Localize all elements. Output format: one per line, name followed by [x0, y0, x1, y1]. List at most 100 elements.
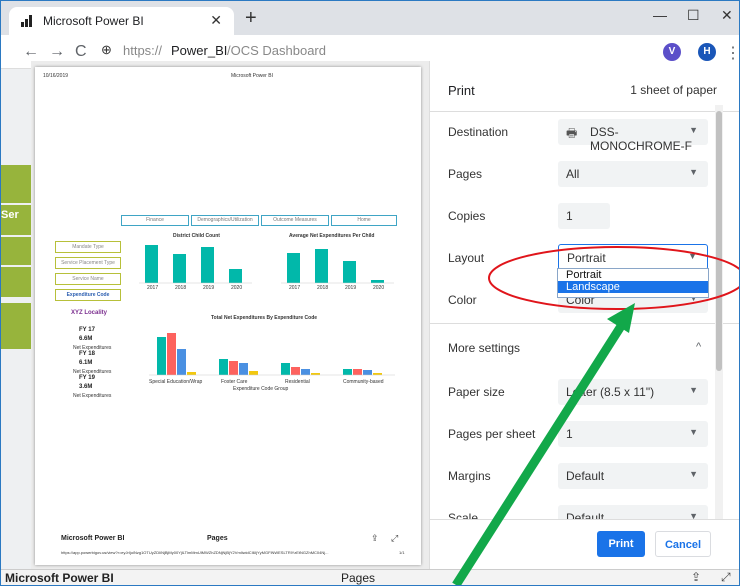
bar	[343, 369, 352, 375]
bg-green-block	[1, 267, 31, 297]
chevron-down-icon: ▼	[689, 469, 698, 479]
profile-avatar[interactable]: H	[698, 43, 716, 61]
paper-size-label: Paper size	[448, 385, 505, 399]
layout-select[interactable]: Portrait ▼	[558, 244, 708, 270]
status-center: Pages	[341, 571, 376, 585]
layout-value: Portrait	[567, 251, 606, 265]
menu-icon[interactable]: ⋮	[725, 43, 739, 63]
chevron-down-icon: ▼	[689, 167, 698, 177]
bar	[371, 280, 384, 283]
slicer: Expenditure Code	[55, 289, 121, 301]
print-preview-page: 10/16/2019 Microsoft Power BI Finance De…	[35, 67, 421, 565]
browser-tab[interactable]: Microsoft Power BI ✕	[9, 7, 234, 35]
bar	[249, 371, 258, 375]
share-icon[interactable]: ⇪	[691, 570, 701, 584]
layout-option-portrait[interactable]: Portrait	[558, 269, 708, 281]
bar	[173, 254, 186, 283]
locality-label: XYZ Locality	[71, 310, 108, 316]
bar	[363, 370, 372, 375]
pages-per-sheet-select[interactable]: 1 ▼	[558, 421, 708, 447]
pages-value: All	[566, 167, 580, 181]
bg-green-block	[1, 165, 31, 203]
report-tab: Demographics/Utilization	[191, 215, 259, 226]
chart-title: Total Net Expenditures By Expenditure Co…	[211, 315, 318, 321]
cancel-button[interactable]: Cancel	[655, 531, 711, 557]
x-tick: 2019	[345, 285, 357, 291]
pages-per-sheet-label: Pages per sheet	[448, 427, 536, 441]
x-tick: 2017	[147, 285, 159, 291]
kpi-fy: FY 18	[79, 351, 95, 357]
more-settings-label[interactable]: More settings	[448, 341, 520, 355]
extension-icon[interactable]: V	[663, 43, 681, 61]
x-tick: Special Education/Wrap	[149, 379, 203, 385]
chevron-down-icon: ▼	[689, 125, 698, 135]
avg-expenditure-chart	[281, 249, 394, 284]
printer-icon: 🖶	[566, 126, 578, 140]
bar	[343, 261, 356, 283]
x-axis-label: Expenditure Code Group	[233, 386, 289, 392]
x-tick: Community-based	[343, 379, 384, 385]
pages-label: Pages	[448, 167, 483, 181]
scrollbar-thumb[interactable]	[716, 111, 722, 371]
destination-label: Destination	[448, 125, 509, 139]
slicer: Mandate Type	[55, 241, 121, 253]
destination-select[interactable]: 🖶 DSS-MONOCHROME-F ▼	[558, 119, 708, 153]
kpi-value: 6.6M	[79, 336, 93, 342]
paper-size-select[interactable]: Letter (8.5 x 11") ▼	[558, 379, 708, 405]
kpi-fy: FY 17	[79, 327, 95, 333]
status-bar: Microsoft Power BI Pages ⇪ ⤢	[1, 569, 739, 585]
bar	[373, 373, 382, 375]
scrollbar[interactable]	[715, 105, 723, 525]
tab-title: Microsoft Power BI	[43, 14, 144, 28]
pages-select[interactable]: All ▼	[558, 161, 708, 187]
x-tick: 2020	[231, 285, 243, 291]
reload-icon[interactable]: C	[75, 43, 87, 61]
destination-value: DSS-MONOCHROME-F	[590, 125, 692, 153]
bar	[145, 245, 158, 283]
color-label: Color	[448, 293, 477, 307]
minimize-icon[interactable]: —	[653, 7, 667, 23]
report-tab: Home	[331, 215, 397, 226]
preview-footer-center: Pages	[207, 535, 228, 542]
bar	[287, 253, 300, 283]
copies-input[interactable]: 1	[558, 203, 610, 229]
preview-footer-left: Microsoft Power BI	[61, 535, 125, 542]
copies-label: Copies	[448, 209, 486, 223]
status-left: Microsoft Power BI	[5, 571, 114, 585]
bar	[301, 369, 310, 375]
bar	[315, 249, 328, 283]
maximize-icon[interactable]: ☐	[687, 7, 700, 24]
kpi-value: 6.1M	[79, 360, 93, 366]
expand-icon: ⤢	[391, 533, 399, 543]
bg-green-block	[1, 303, 31, 349]
new-tab-icon[interactable]: +	[245, 7, 257, 30]
pages-per-sheet-value: 1	[566, 427, 573, 441]
paper-size-value: Letter (8.5 x 11")	[566, 385, 655, 399]
expand-icon[interactable]: ⤢	[721, 570, 731, 585]
print-title: Print	[448, 83, 475, 98]
slicer: Service Name	[55, 273, 121, 285]
close-window-icon[interactable]: ✕	[721, 7, 733, 24]
bar	[157, 337, 166, 375]
close-tab-icon[interactable]: ✕	[210, 12, 222, 29]
kpi-label: Net Expenditures	[73, 393, 112, 399]
layout-option-landscape[interactable]: Landscape	[558, 281, 708, 293]
bar	[187, 372, 196, 375]
x-tick: 2019	[203, 285, 215, 291]
print-settings-panel: Print 1 sheet of paper Destination 🖶 DSS…	[429, 61, 739, 569]
bar	[281, 363, 290, 375]
layout-options-dropdown[interactable]: Portrait Landscape	[557, 268, 709, 298]
bar	[229, 361, 238, 375]
x-tick: 2018	[175, 285, 187, 291]
print-button[interactable]: Print	[597, 531, 645, 557]
chevron-up-icon[interactable]: ^	[696, 341, 701, 353]
kpi-value: 3.6M	[79, 384, 93, 390]
margins-select[interactable]: Default ▼	[558, 463, 708, 489]
bg-green-block	[1, 237, 31, 265]
back-icon[interactable]: ←	[23, 43, 39, 61]
url-path: /OCS Dashboard	[227, 43, 326, 58]
x-tick: Foster Care	[221, 379, 248, 385]
x-tick: 2020	[373, 285, 385, 291]
forward-icon[interactable]: →	[49, 43, 65, 61]
report-tab: Outcome Measures	[261, 215, 329, 226]
